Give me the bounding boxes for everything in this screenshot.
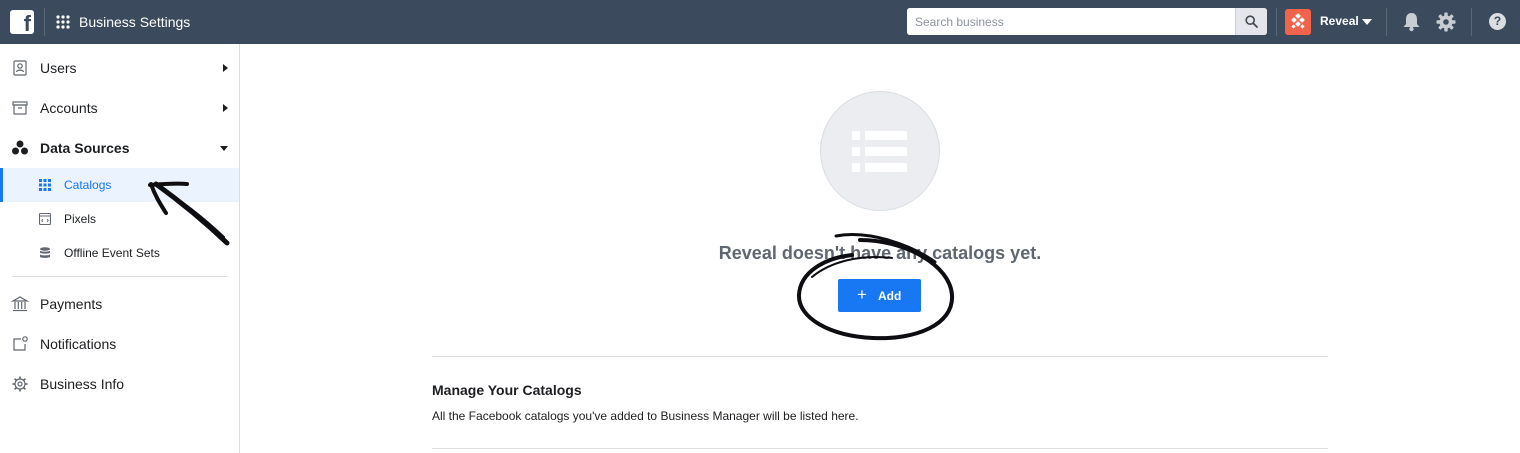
sidebar-item-label: Business Info [40,376,125,392]
list-icon [852,131,907,172]
sidebar-item-label: Catalogs [64,178,112,192]
empty-state-illustration [820,91,940,211]
sidebar-item-label: Users [40,60,77,76]
sidebar-item-pixels[interactable]: Pixels [0,202,239,236]
notifications-icon [13,336,28,351]
top-bar: f Business Settings Reveal [0,0,1520,44]
add-button-label: Add [878,289,902,303]
gear-icon[interactable] [1436,12,1456,32]
plus-icon: + [857,285,867,304]
database-icon [40,247,50,258]
facebook-logo-icon[interactable]: f [10,10,34,36]
sidebar-item-label: Data Sources [40,140,130,156]
chevron-down-icon [220,146,228,151]
divider [432,448,1328,449]
sidebar-item-label: Payments [40,296,103,312]
business-avatar-icon[interactable] [1285,9,1311,35]
empty-state-title: Reveal doesn't have any catalogs yet. [718,243,1042,263]
sidebar-item-business-info[interactable]: Business Info [0,367,239,401]
sidebar: Users Accounts Data Sources Catalogs Pix… [0,44,240,453]
sidebar-item-catalogs[interactable]: Catalogs [0,168,239,202]
payments-icon [11,296,29,312]
accounts-icon [12,101,28,115]
chevron-right-icon [223,104,228,112]
sidebar-item-offline-event-sets[interactable]: Offline Event Sets [0,236,239,270]
app-title[interactable]: Business Settings [79,14,190,30]
search-box [907,8,1267,35]
chevron-right-icon [223,64,228,72]
divider [1471,8,1472,36]
section-title: Manage Your Catalogs [432,382,582,398]
search-button[interactable] [1235,8,1267,35]
divider [432,356,1328,357]
app-grid-icon[interactable] [56,15,70,29]
business-name[interactable]: Reveal [1320,14,1359,28]
data-sources-icon [12,140,28,155]
sidebar-item-notifications[interactable]: Notifications [0,327,239,361]
divider [1276,8,1277,36]
divider [1386,8,1387,36]
divider [44,8,45,36]
divider [12,276,227,277]
help-icon[interactable]: ? [1489,13,1506,30]
chevron-down-icon[interactable] [1362,19,1372,25]
sidebar-item-label: Accounts [40,100,98,116]
sidebar-item-users[interactable]: Users [0,51,239,85]
section-description: All the Facebook catalogs you've added t… [432,409,859,423]
users-icon [13,60,27,76]
sidebar-item-label: Offline Event Sets [64,246,160,260]
pixel-code-icon [39,213,51,225]
sidebar-item-payments[interactable]: Payments [0,287,239,321]
catalog-grid-icon [39,179,51,191]
search-icon [1245,15,1258,28]
business-info-icon [12,376,28,392]
search-input[interactable] [907,8,1235,35]
bell-icon[interactable] [1402,12,1421,32]
sidebar-item-label: Pixels [64,212,97,226]
sidebar-item-label: Notifications [40,336,117,352]
sidebar-item-data-sources[interactable]: Data Sources [0,131,239,165]
add-catalog-button[interactable]: + Add [838,279,921,312]
sidebar-item-accounts[interactable]: Accounts [0,91,239,125]
